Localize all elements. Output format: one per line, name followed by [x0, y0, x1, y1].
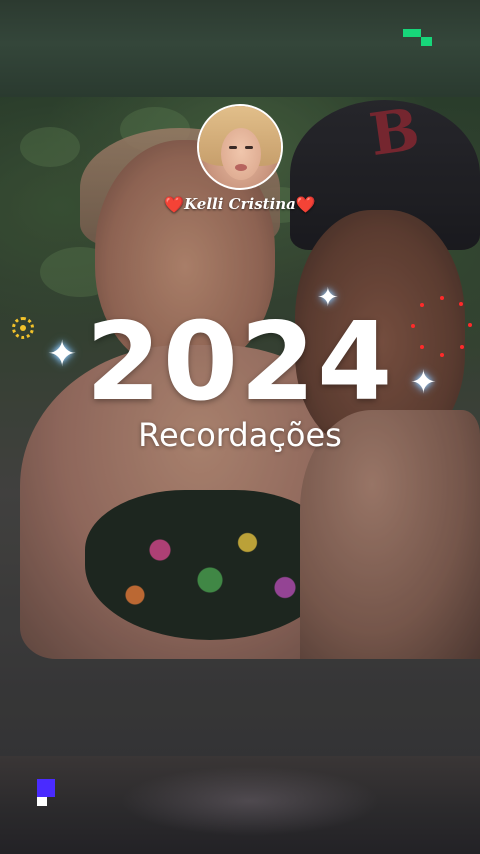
profile-avatar[interactable]	[197, 104, 283, 190]
profile-name-row: ❤️Kelli Cristina❤️	[0, 195, 480, 214]
top-blur-band	[0, 0, 480, 97]
memories-subtitle: Recordações	[138, 416, 342, 454]
corner-top-mark-part	[421, 37, 432, 46]
corner-bottom-mark-part	[37, 797, 47, 806]
heart-icon: ❤️	[295, 195, 316, 214]
profile-name: Kelli Cristina	[184, 195, 296, 213]
corner-top-mark	[403, 29, 421, 37]
story-frame: B ❤️Kelli Cristina❤️ ✦ ✦ ✦ 2024 Recordaç…	[0, 0, 480, 854]
heart-icon: ❤️	[164, 195, 185, 214]
bottom-blur-band	[0, 756, 480, 854]
corner-bottom-mark	[37, 779, 55, 797]
year-title: 2024	[85, 300, 395, 425]
